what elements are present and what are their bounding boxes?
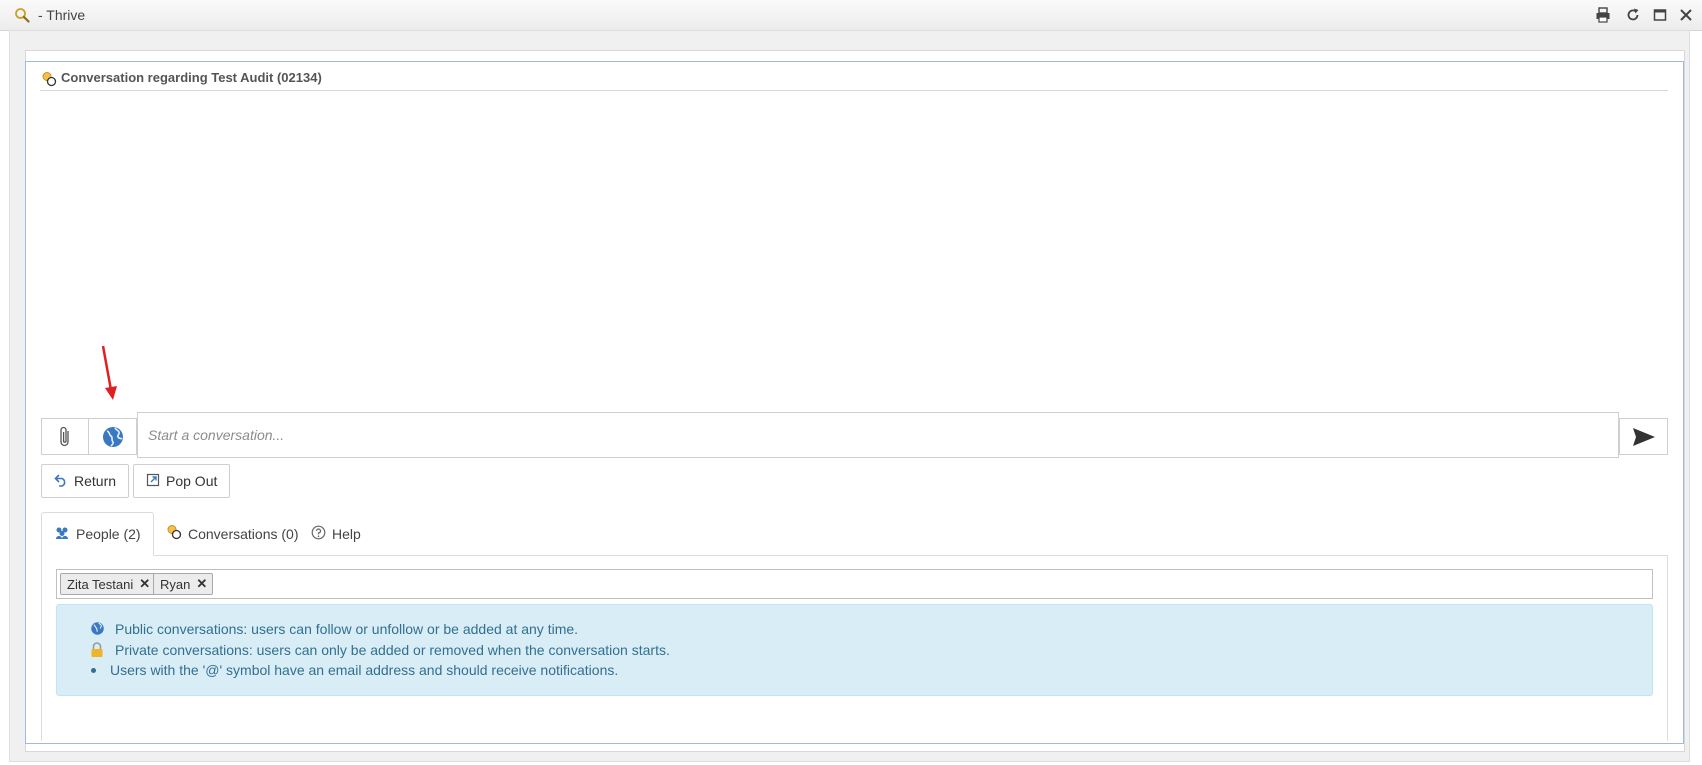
tab-bar: People (2) Conversations (0) Help [41,512,1668,556]
print-icon[interactable] [1594,6,1612,24]
globe-icon [90,621,106,637]
remove-person-icon[interactable]: ✕ [196,576,207,592]
return-label: Return [74,473,117,489]
send-button[interactable] [1619,418,1668,455]
visibility-toggle-button[interactable] [88,418,137,455]
info-public-text: Public conversations: users can follow o… [115,621,579,637]
window-title: - Thrive [38,7,86,23]
info-public: Public conversations: users can follow o… [90,621,578,637]
attach-button[interactable] [41,418,88,455]
popout-button[interactable]: Pop Out [133,464,230,498]
tab-people[interactable]: People (2) [41,512,154,556]
conversation-icon [166,524,188,543]
info-private-text: Private conversations: users can only be… [115,642,670,658]
return-button[interactable]: Return [41,464,129,498]
help-icon [311,525,332,543]
people-selector[interactable]: Zita Testani ✕ Ryan ✕ [56,569,1653,599]
window-titlebar: - Thrive [0,0,1702,31]
person-chip[interactable]: Ryan ✕ [153,573,214,595]
conversation-icon [41,71,57,87]
close-icon[interactable] [1677,6,1695,24]
popout-icon [146,473,166,490]
person-name: Ryan [160,576,191,592]
person-name: Zita Testani [67,576,134,592]
tab-conversations-label: Conversations (0) [188,525,299,542]
info-private: Private conversations: users can only be… [90,642,670,658]
popout-label: Pop Out [166,473,218,489]
tab-people-label: People (2) [76,526,141,542]
search-icon [14,7,30,23]
info-email-text: Users with the '@' symbol have an email … [110,662,619,678]
lock-icon [90,642,106,658]
tab-help[interactable]: Help [299,512,373,555]
tab-conversations[interactable]: Conversations (0) [154,512,311,555]
tab-help-label: Help [332,525,361,542]
remove-person-icon[interactable]: ✕ [139,576,150,592]
conversation-header: Conversation regarding Test Audit (02134… [40,68,1668,91]
conversation-title: Conversation regarding Test Audit (02134… [61,70,322,85]
info-email: Users with the '@' symbol have an email … [85,662,618,678]
annotation-arrow [101,345,117,400]
return-icon [54,473,74,490]
info-alert: Public conversations: users can follow o… [56,604,1653,696]
message-input[interactable] [137,412,1619,458]
people-icon [54,526,76,543]
person-chip[interactable]: Zita Testani ✕ [60,573,157,595]
maximize-icon[interactable] [1651,6,1669,24]
refresh-icon[interactable] [1624,6,1642,24]
